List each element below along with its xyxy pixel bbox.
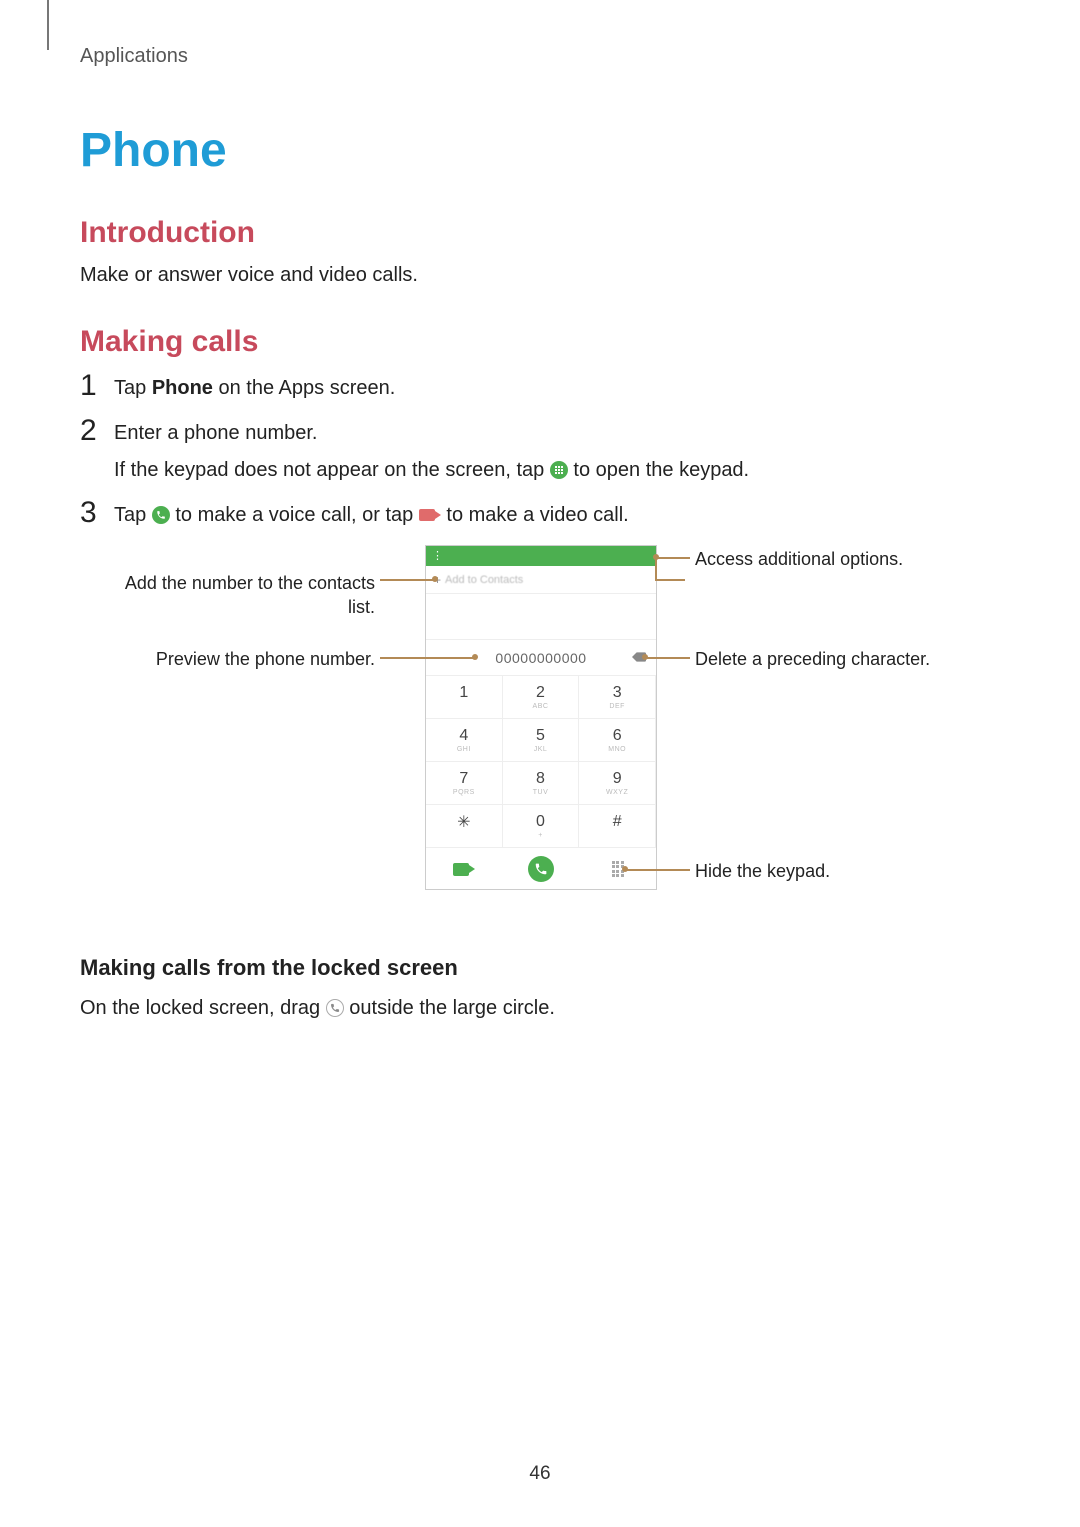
step-3-a: Tap xyxy=(114,504,152,526)
more-options-icon: ⋮ xyxy=(432,551,443,562)
add-to-contacts-row: + Add to Contacts xyxy=(426,566,656,594)
step-3: 3 Tap to make a voice call, or tap to ma… xyxy=(80,500,1000,531)
phone-mockup: ⋮ + Add to Contacts 00000000000 1 2ABC 3… xyxy=(425,545,657,890)
step-number: 1 xyxy=(80,371,114,401)
key-6: 6MNO xyxy=(579,719,656,762)
dialer-figure: ⋮ + Add to Contacts 00000000000 1 2ABC 3… xyxy=(80,545,1000,925)
step-3-b: to make a voice call, or tap xyxy=(175,504,418,526)
voice-call-button xyxy=(503,848,580,890)
breadcrumb: Applications xyxy=(80,45,1000,68)
step-1-bold: Phone xyxy=(152,377,213,399)
page-number: 46 xyxy=(0,1463,1080,1485)
step-2-line2b: to open the keypad. xyxy=(573,459,749,481)
step-number: 2 xyxy=(80,416,114,446)
step-2-line2a: If the keypad does not appear on the scr… xyxy=(114,459,550,481)
locked-text-b: outside the large circle. xyxy=(349,997,555,1019)
key-hash: # xyxy=(579,805,656,848)
phone-topbar: ⋮ xyxy=(426,546,656,566)
voice-call-icon xyxy=(152,506,170,524)
step-2: 2 Enter a phone number. If the keypad do… xyxy=(80,418,1000,486)
step-number: 3 xyxy=(80,498,114,528)
callout-delete-char: Delete a preceding character. xyxy=(695,647,995,671)
section-heading-introduction: Introduction xyxy=(80,216,1000,250)
subsection-heading-locked-screen: Making calls from the locked screen xyxy=(80,955,1000,981)
key-star: ✳ xyxy=(426,805,503,848)
key-8: 8TUV xyxy=(503,762,580,805)
section-heading-making-calls: Making calls xyxy=(80,325,1000,359)
step-2-line1: Enter a phone number. xyxy=(114,418,1000,449)
add-contact-label: Add to Contacts xyxy=(445,574,523,586)
key-0: 0+ xyxy=(503,805,580,848)
callout-additional-options: Access additional options. xyxy=(695,547,975,571)
margin-rule xyxy=(47,0,49,50)
callout-preview-number: Preview the phone number. xyxy=(90,647,375,671)
key-3: 3DEF xyxy=(579,676,656,719)
step-1-text-post: on the Apps screen. xyxy=(213,377,395,399)
callout-hide-keypad: Hide the keypad. xyxy=(695,859,945,883)
locked-text-a: On the locked screen, drag xyxy=(80,997,326,1019)
key-7: 7PQRS xyxy=(426,762,503,805)
step-3-c: to make a video call. xyxy=(446,504,628,526)
video-call-button xyxy=(426,848,503,890)
locked-screen-paragraph: On the locked screen, drag outside the l… xyxy=(80,993,1000,1023)
step-1: 1 Tap Phone on the Apps screen. xyxy=(80,373,1000,404)
keypad-icon xyxy=(550,461,568,479)
video-call-icon xyxy=(419,508,441,522)
keypad-grid: 1 2ABC 3DEF 4GHI 5JKL 6MNO 7PQRS 8TUV 9W… xyxy=(426,676,656,848)
key-5: 5JKL xyxy=(503,719,580,762)
key-9: 9WXYZ xyxy=(579,762,656,805)
spacer xyxy=(426,594,656,640)
page-title: Phone xyxy=(80,123,1000,178)
key-1: 1 xyxy=(426,676,503,719)
phone-shortcut-icon xyxy=(326,999,344,1017)
key-4: 4GHI xyxy=(426,719,503,762)
callout-add-contact: Add the number to the contacts list. xyxy=(120,571,375,620)
number-preview: 00000000000 xyxy=(495,650,586,666)
step-1-text-pre: Tap xyxy=(114,377,152,399)
key-2: 2ABC xyxy=(503,676,580,719)
intro-paragraph: Make or answer voice and video calls. xyxy=(80,264,1000,287)
